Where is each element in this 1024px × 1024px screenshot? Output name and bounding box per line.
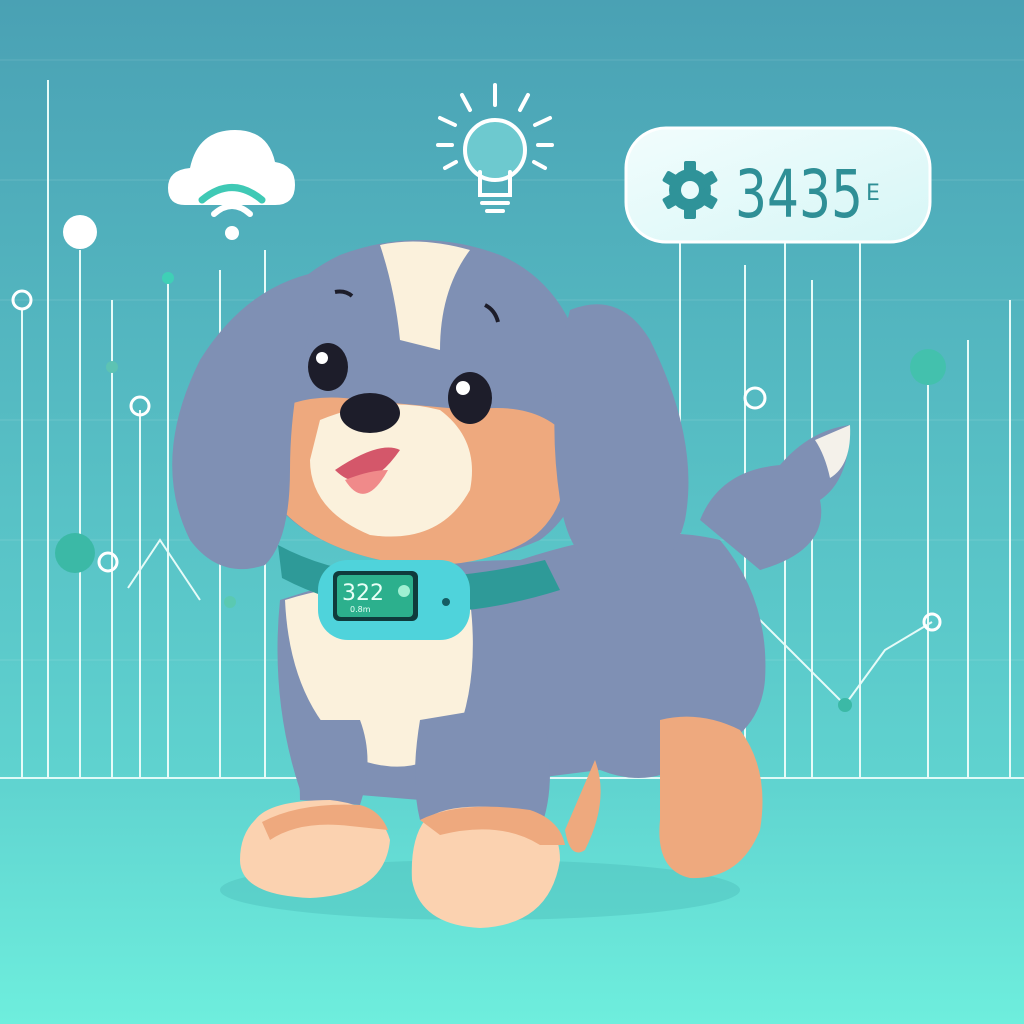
tracker-display-value: 322: [342, 581, 384, 606]
dog-nose: [340, 393, 400, 433]
stat-suffix: E: [866, 181, 880, 206]
stat-value: 3435: [735, 156, 863, 233]
illustration: 3435 E 322 0.8m: [0, 0, 1024, 1024]
stat-badge: 3435 E: [624, 126, 932, 244]
collar-tracker: 322 0.8m: [318, 560, 470, 640]
tracker-display-subtext: 0.8m: [350, 605, 371, 614]
